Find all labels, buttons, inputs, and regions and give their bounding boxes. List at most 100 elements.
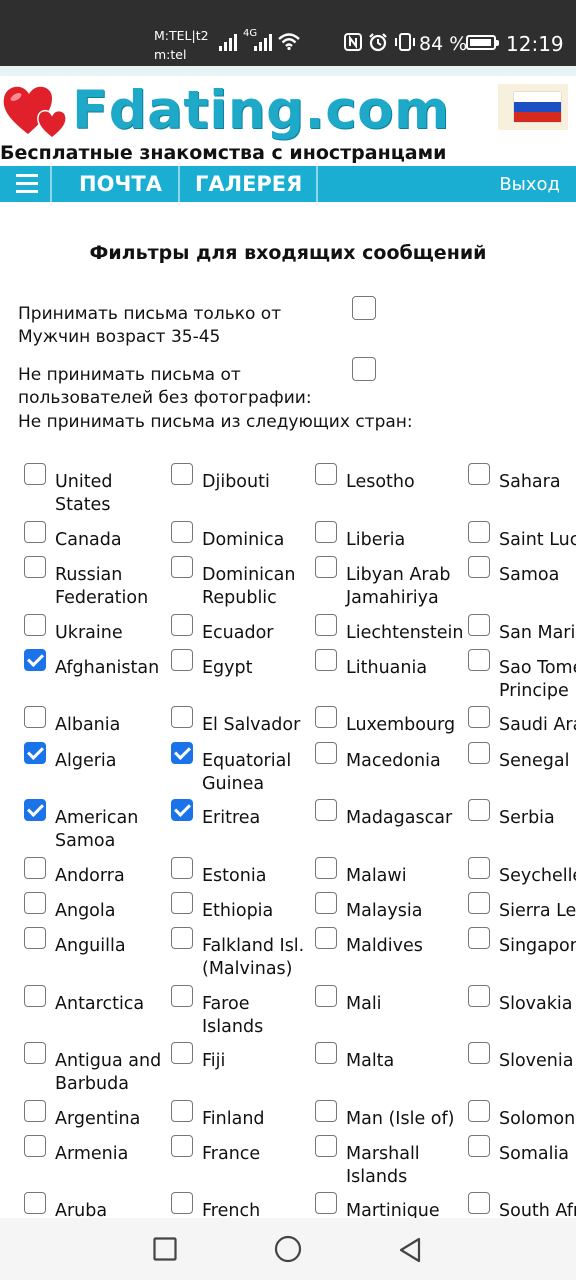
country-checkbox[interactable] <box>24 1135 46 1157</box>
country-checkbox[interactable] <box>468 614 490 636</box>
country-name: Macedonia <box>346 751 441 771</box>
country-name: South Africa <box>499 1201 576 1218</box>
country-checkbox[interactable] <box>171 985 193 1007</box>
country-checkbox[interactable] <box>24 1100 46 1122</box>
country-checkbox[interactable] <box>24 927 46 949</box>
country-name: Somalia <box>499 1144 570 1164</box>
country-checkbox[interactable] <box>171 742 193 764</box>
country-checkbox[interactable] <box>468 1100 490 1122</box>
country-checkbox[interactable] <box>171 521 193 543</box>
country-name: Madagascar <box>346 808 453 828</box>
country-checkbox[interactable] <box>24 706 46 728</box>
home-icon[interactable] <box>274 1235 302 1263</box>
country-checkbox[interactable] <box>315 1192 337 1214</box>
country-checkbox[interactable] <box>171 556 193 578</box>
country-name: Mali <box>346 994 382 1014</box>
country-name: Faroe Islands <box>202 994 264 1037</box>
country-checkbox[interactable] <box>468 927 490 949</box>
country-checkbox[interactable] <box>315 799 337 821</box>
country-name: Liberia <box>346 530 406 550</box>
country-checkbox[interactable] <box>315 1135 337 1157</box>
country-name: Liechtenstein <box>346 623 464 643</box>
country-checkbox-grid: United States Canada Russian Federation Ukr… <box>0 0 576 1218</box>
country-checkbox[interactable] <box>24 1192 46 1214</box>
country-checkbox[interactable] <box>315 649 337 671</box>
country-name: Slovakia <box>499 994 573 1014</box>
country-checkbox[interactable] <box>171 1192 193 1214</box>
country-checkbox[interactable] <box>171 614 193 636</box>
country-checkbox[interactable] <box>315 857 337 879</box>
country-checkbox[interactable] <box>468 742 490 764</box>
country-name: Egypt <box>202 658 253 678</box>
country-checkbox[interactable] <box>171 927 193 949</box>
country-checkbox[interactable] <box>24 521 46 543</box>
country-name: Libyan Arab Jamahiriya <box>346 565 451 608</box>
back-icon[interactable] <box>398 1237 422 1263</box>
recent-apps-icon[interactable] <box>153 1237 177 1261</box>
country-checkbox[interactable] <box>24 614 46 636</box>
country-name: Andorra <box>55 866 125 886</box>
country-name: Martinique <box>346 1201 440 1218</box>
country-checkbox[interactable] <box>24 857 46 879</box>
country-checkbox[interactable] <box>315 521 337 543</box>
country-name: Solomon <box>499 1109 576 1129</box>
country-checkbox[interactable] <box>315 892 337 914</box>
country-checkbox[interactable] <box>24 556 46 578</box>
country-name: Algeria <box>55 751 117 771</box>
country-name: Antigua and Barbuda <box>55 1051 162 1094</box>
country-checkbox[interactable] <box>171 706 193 728</box>
country-checkbox[interactable] <box>315 985 337 1007</box>
country-name: American Samoa <box>55 808 139 851</box>
country-checkbox[interactable] <box>24 649 46 671</box>
country-name: Albania <box>55 715 121 735</box>
country-checkbox[interactable] <box>171 1100 193 1122</box>
country-name: Antarctica <box>55 994 145 1014</box>
country-checkbox[interactable] <box>24 742 46 764</box>
country-checkbox[interactable] <box>315 556 337 578</box>
country-name: United States <box>55 472 113 515</box>
country-name: Falkland Isl. (Malvinas) <box>202 936 305 979</box>
country-checkbox[interactable] <box>315 463 337 485</box>
country-checkbox[interactable] <box>315 1042 337 1064</box>
country-checkbox[interactable] <box>315 614 337 636</box>
country-name: Aruba <box>55 1201 108 1218</box>
country-name: France <box>202 1144 261 1164</box>
country-checkbox[interactable] <box>171 649 193 671</box>
country-name: French <box>202 1201 261 1218</box>
country-checkbox[interactable] <box>171 463 193 485</box>
country-checkbox[interactable] <box>468 521 490 543</box>
country-checkbox[interactable] <box>24 799 46 821</box>
country-name: Armenia <box>55 1144 129 1164</box>
country-checkbox[interactable] <box>24 892 46 914</box>
country-checkbox[interactable] <box>468 985 490 1007</box>
country-checkbox[interactable] <box>468 463 490 485</box>
country-checkbox[interactable] <box>315 927 337 949</box>
country-name: Maldives <box>346 936 423 956</box>
country-checkbox[interactable] <box>315 706 337 728</box>
country-checkbox[interactable] <box>468 706 490 728</box>
country-checkbox[interactable] <box>171 799 193 821</box>
country-checkbox[interactable] <box>315 742 337 764</box>
country-checkbox[interactable] <box>468 1135 490 1157</box>
country-checkbox[interactable] <box>468 857 490 879</box>
country-name: Seychelles <box>499 866 576 886</box>
country-checkbox[interactable] <box>468 1192 490 1214</box>
country-checkbox[interactable] <box>315 1100 337 1122</box>
country-name: Equatorial Guinea <box>202 751 292 794</box>
country-name: Saint Lucia <box>499 530 576 550</box>
country-name: Senegal <box>499 751 570 771</box>
country-name: San Marino <box>499 623 576 643</box>
country-name: Lesotho <box>346 472 415 492</box>
country-checkbox[interactable] <box>468 556 490 578</box>
country-checkbox[interactable] <box>468 1042 490 1064</box>
country-checkbox[interactable] <box>24 463 46 485</box>
country-checkbox[interactable] <box>468 799 490 821</box>
country-checkbox[interactable] <box>24 985 46 1007</box>
country-checkbox[interactable] <box>171 857 193 879</box>
country-checkbox[interactable] <box>24 1042 46 1064</box>
country-checkbox[interactable] <box>468 649 490 671</box>
country-checkbox[interactable] <box>171 892 193 914</box>
country-checkbox[interactable] <box>171 1042 193 1064</box>
country-checkbox[interactable] <box>171 1135 193 1157</box>
country-checkbox[interactable] <box>468 892 490 914</box>
